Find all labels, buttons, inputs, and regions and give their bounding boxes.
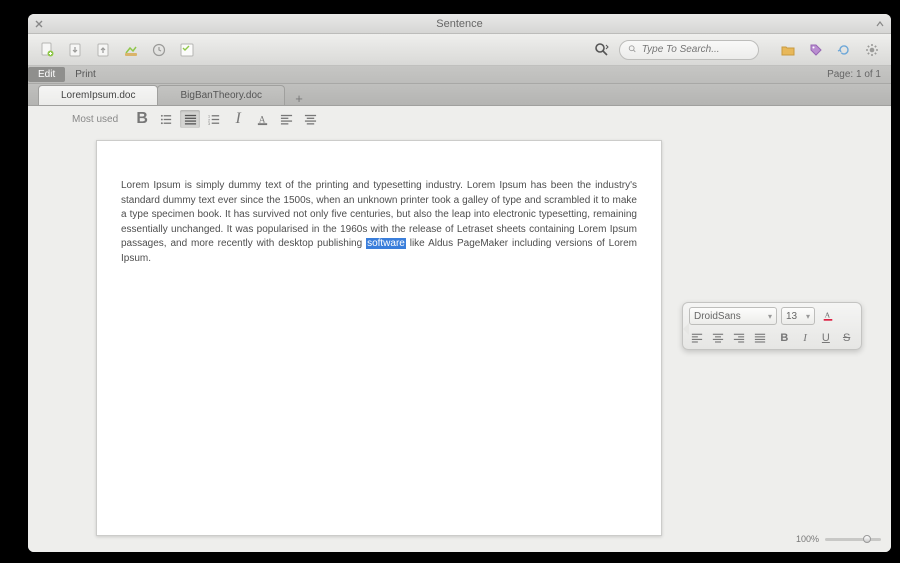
bold-button[interactable]: B <box>776 329 793 347</box>
tab-label: LoremIpsum.doc <box>61 90 135 101</box>
find-replace-button[interactable] <box>591 39 613 61</box>
size-value: 13 <box>786 311 797 322</box>
tab-label: BigBanTheory.doc <box>180 90 262 101</box>
search-field[interactable] <box>619 40 759 60</box>
italic-button[interactable]: I <box>797 329 814 347</box>
document-tab[interactable]: LoremIpsum.doc <box>38 85 158 105</box>
italic-button[interactable]: I <box>228 110 248 128</box>
app-window: Sentence <box>28 14 891 552</box>
page-indicator: Page: 1 of 1 <box>827 69 891 80</box>
bullet-list-button[interactable] <box>156 110 176 128</box>
checklist-button[interactable] <box>176 39 198 61</box>
align-center-button[interactable] <box>300 110 320 128</box>
align-center-button[interactable] <box>710 329 727 347</box>
save-button[interactable] <box>92 39 114 61</box>
font-family-combo[interactable]: DroidSans ▾ <box>689 307 777 325</box>
history-button[interactable] <box>148 39 170 61</box>
chevron-down-icon: ▾ <box>806 312 810 321</box>
tab-strip: LoremIpsum.doc BigBanTheory.doc + <box>28 84 891 106</box>
align-left-button[interactable] <box>689 329 706 347</box>
ribbon-label: Most used <box>72 114 118 125</box>
zoom-slider[interactable] <box>825 538 881 541</box>
numbered-list-button[interactable]: 123 <box>204 110 224 128</box>
workspace: Most used B 123 I A Lorem Ipsu <box>28 106 891 552</box>
window-title: Sentence <box>28 18 891 30</box>
refresh-button[interactable] <box>833 39 855 61</box>
zoom-thumb[interactable] <box>863 535 871 543</box>
svg-text:A: A <box>825 311 831 320</box>
align-justify-button[interactable] <box>180 110 200 128</box>
text-color-button[interactable]: A <box>252 110 272 128</box>
document-body[interactable]: Lorem Ipsum is simply dummy text of the … <box>121 179 637 266</box>
folder-open-button[interactable] <box>777 39 799 61</box>
search-input[interactable] <box>642 44 750 55</box>
zoom-value: 100% <box>796 534 819 544</box>
align-justify-button[interactable] <box>751 329 768 347</box>
align-right-button[interactable] <box>731 329 748 347</box>
font-value: DroidSans <box>694 311 741 322</box>
menu-edit[interactable]: Edit <box>28 67 65 82</box>
export-button[interactable] <box>120 39 142 61</box>
underline-button[interactable]: U <box>818 329 835 347</box>
tag-button[interactable] <box>805 39 827 61</box>
settings-button[interactable] <box>861 39 883 61</box>
tab-add-button[interactable]: + <box>290 91 308 105</box>
format-ribbon: Most used B 123 I A <box>28 106 891 132</box>
text-selection: software <box>366 238 406 249</box>
menu-print[interactable]: Print <box>65 67 106 82</box>
chevron-down-icon: ▾ <box>768 312 772 321</box>
window-close-button[interactable] <box>34 19 44 29</box>
svg-text:3: 3 <box>208 122 210 126</box>
menu-bar: Edit Print Page: 1 of 1 <box>28 66 891 84</box>
titlebar: Sentence <box>28 14 891 34</box>
download-button[interactable] <box>64 39 86 61</box>
strikethrough-button[interactable]: S <box>838 329 855 347</box>
zoom-control: 100% <box>796 534 881 544</box>
new-document-button[interactable] <box>36 39 58 61</box>
bold-button[interactable]: B <box>132 110 152 128</box>
font-size-combo[interactable]: 13 ▾ <box>781 307 815 325</box>
floating-format-toolbar: DroidSans ▾ 13 ▾ A <box>682 302 862 350</box>
main-toolbar <box>28 34 891 66</box>
window-maximize-button[interactable] <box>875 19 885 29</box>
text-color-button[interactable]: A <box>819 307 837 325</box>
document-page[interactable]: Lorem Ipsum is simply dummy text of the … <box>96 140 662 536</box>
align-left-button[interactable] <box>276 110 296 128</box>
document-tab[interactable]: BigBanTheory.doc <box>157 85 285 105</box>
search-icon <box>628 44 638 55</box>
